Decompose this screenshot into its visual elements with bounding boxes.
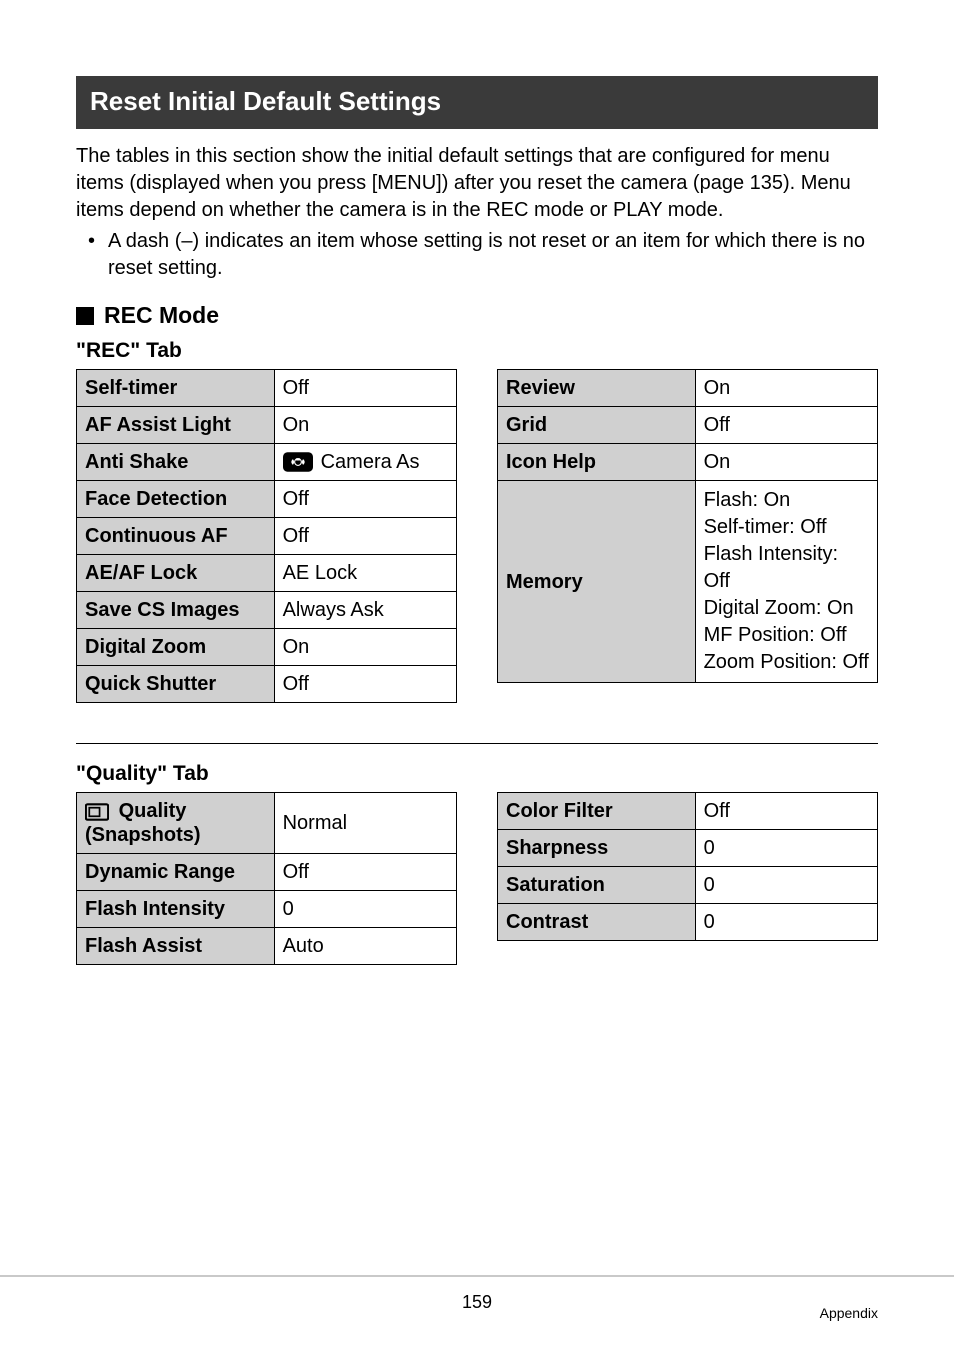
table-row: Save CS ImagesAlways Ask: [77, 592, 457, 629]
row-label: Review: [498, 370, 696, 407]
footer-page-number: 159: [0, 1292, 954, 1313]
table-row: AE/AF LockAE Lock: [77, 555, 457, 592]
table-row: Contrast0: [498, 904, 878, 941]
row-value: Flash: On Self-timer: Off Flash Intensit…: [695, 481, 877, 683]
table-row: GridOff: [498, 407, 878, 444]
row-label: Quality (Snapshots): [77, 793, 275, 854]
anti-shake-value-text: Camera As: [321, 450, 420, 474]
row-label: Icon Help: [498, 444, 696, 481]
square-bullet-icon: [76, 307, 94, 325]
table-row: Face DetectionOff: [77, 481, 457, 518]
row-label: Anti Shake: [77, 444, 275, 481]
row-value: Off: [695, 793, 877, 830]
section-heading: Reset Initial Default Settings: [76, 76, 878, 129]
rec-tab-table-right: ReviewOn GridOff Icon HelpOn MemoryFlash…: [497, 369, 878, 683]
row-value: Always Ask: [274, 592, 456, 629]
row-value: Off: [695, 407, 877, 444]
row-value: 0: [695, 830, 877, 867]
row-value: On: [695, 444, 877, 481]
row-value: Off: [274, 854, 456, 891]
row-label: Self-timer: [77, 370, 275, 407]
row-value: AE Lock: [274, 555, 456, 592]
table-row: Self-timerOff: [77, 370, 457, 407]
row-label: Saturation: [498, 867, 696, 904]
table-row: Icon HelpOn: [498, 444, 878, 481]
row-value: Auto: [274, 928, 456, 965]
row-label: Dynamic Range: [77, 854, 275, 891]
row-label: Save CS Images: [77, 592, 275, 629]
page-footer: Appendix 159: [0, 1275, 954, 1321]
table-row: Quick ShutterOff: [77, 666, 457, 703]
row-label: Flash Assist: [77, 928, 275, 965]
table-row: Quality (Snapshots) Normal: [77, 793, 457, 854]
snapshot-icon: [85, 803, 109, 821]
table-row: ReviewOn: [498, 370, 878, 407]
table-row: Dynamic RangeOff: [77, 854, 457, 891]
row-value: On: [274, 629, 456, 666]
row-value: 0: [695, 867, 877, 904]
rec-tab-table-left: Self-timerOff AF Assist LightOn Anti Sha…: [76, 369, 457, 703]
quality-label-line1: Quality: [119, 800, 187, 822]
row-label: Grid: [498, 407, 696, 444]
table-row: Digital ZoomOn: [77, 629, 457, 666]
row-value: Off: [274, 666, 456, 703]
table-row: Flash AssistAuto: [77, 928, 457, 965]
row-value: 0: [695, 904, 877, 941]
row-value: 0: [274, 891, 456, 928]
row-value: On: [695, 370, 877, 407]
row-label: Continuous AF: [77, 518, 275, 555]
table-row: AF Assist LightOn: [77, 407, 457, 444]
row-value: Camera As: [274, 444, 456, 481]
row-value: Normal: [274, 793, 456, 854]
table-row: MemoryFlash: On Self-timer: Off Flash In…: [498, 481, 878, 683]
quality-tab-table-left: Quality (Snapshots) Normal Dynamic Range…: [76, 792, 457, 965]
table-row: Continuous AFOff: [77, 518, 457, 555]
row-label: Color Filter: [498, 793, 696, 830]
rec-mode-heading-text: REC Mode: [104, 302, 219, 329]
intro-paragraph: The tables in this section show the init…: [76, 143, 878, 224]
row-label: Face Detection: [77, 481, 275, 518]
table-row: Flash Intensity0: [77, 891, 457, 928]
note-bullet: A dash (–) indicates an item whose setti…: [94, 228, 878, 282]
row-label: Contrast: [498, 904, 696, 941]
rec-tab-title: "REC" Tab: [76, 339, 878, 363]
row-label: Memory: [498, 481, 696, 683]
table-row: Color FilterOff: [498, 793, 878, 830]
row-label: Flash Intensity: [77, 891, 275, 928]
row-value: On: [274, 407, 456, 444]
quality-tab-table-right: Color FilterOff Sharpness0 Saturation0 C…: [497, 792, 878, 941]
quality-label-line2: (Snapshots): [85, 824, 201, 846]
divider: [76, 743, 878, 744]
table-row: Anti Shake Camera As: [77, 444, 457, 481]
anti-shake-icon: [283, 452, 313, 472]
row-label: AF Assist Light: [77, 407, 275, 444]
table-row: Sharpness0: [498, 830, 878, 867]
row-label: AE/AF Lock: [77, 555, 275, 592]
row-value: Off: [274, 481, 456, 518]
row-label: Sharpness: [498, 830, 696, 867]
rec-mode-heading: REC Mode: [76, 302, 878, 329]
table-row: Saturation0: [498, 867, 878, 904]
row-label: Digital Zoom: [77, 629, 275, 666]
row-value: Off: [274, 518, 456, 555]
quality-tab-title: "Quality" Tab: [76, 762, 878, 786]
row-value: Off: [274, 370, 456, 407]
row-label: Quick Shutter: [77, 666, 275, 703]
